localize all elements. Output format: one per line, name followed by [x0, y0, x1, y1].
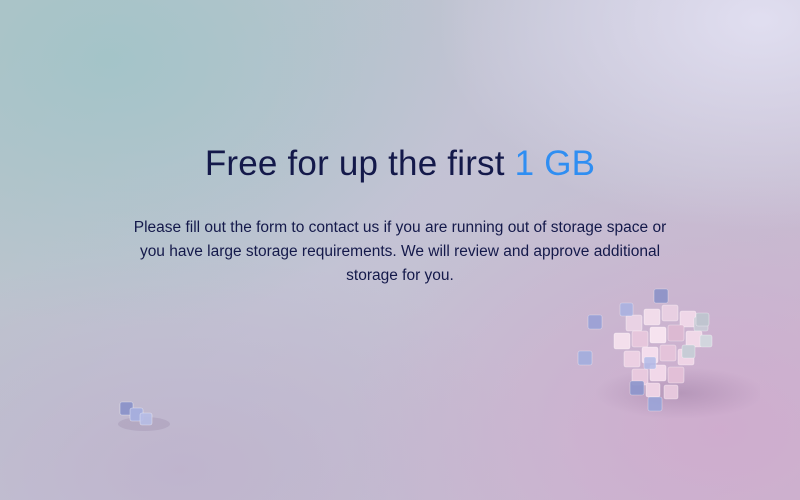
title-prefix: Free for up the first: [204, 144, 505, 183]
page-title: Free for up the first 1 GB: [0, 144, 800, 184]
small-cubes-icon: [118, 401, 170, 431]
title-highlight: 1 GB: [514, 144, 596, 183]
cube-cluster-icon: [577, 288, 760, 419]
hero-section: Free for up the first 1 GB Please fill o…: [0, 0, 800, 500]
